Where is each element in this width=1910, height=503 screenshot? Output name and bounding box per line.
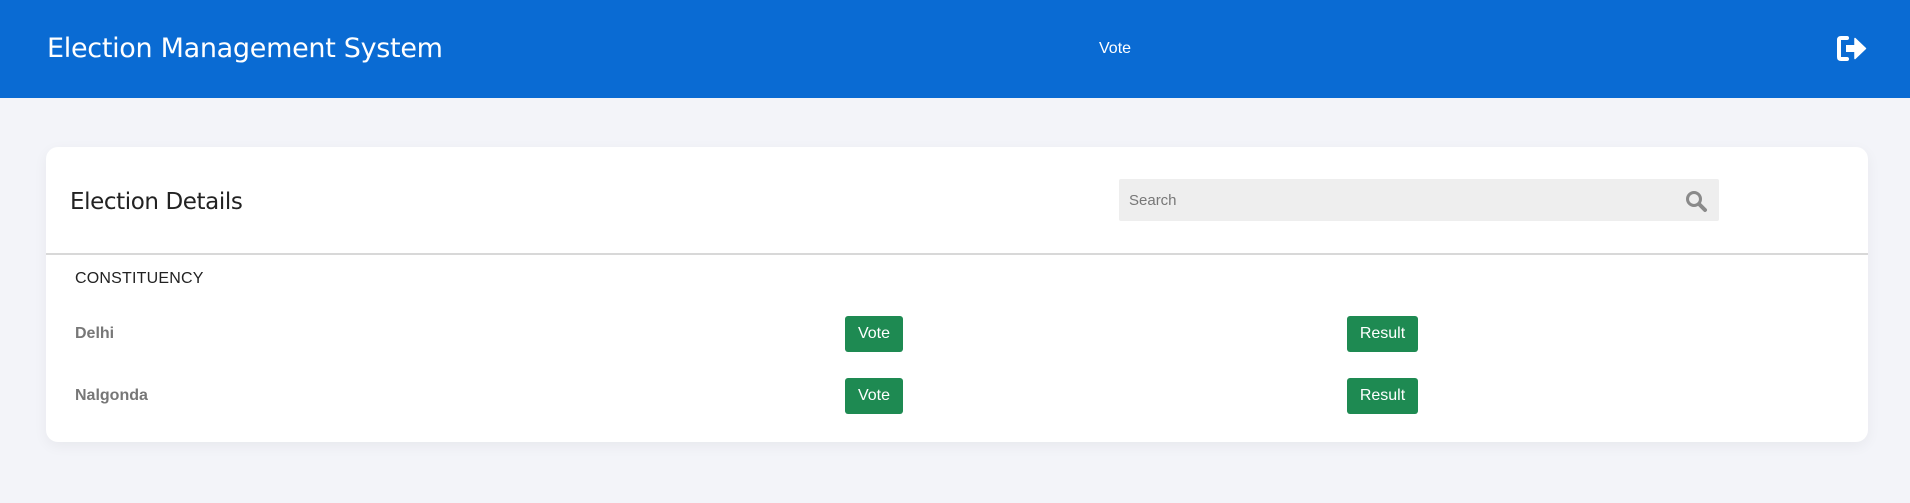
- nav-link-vote[interactable]: Vote: [1099, 39, 1131, 59]
- constituency-name: Nalgonda: [75, 387, 148, 404]
- divider: [46, 253, 1868, 255]
- sign-out-icon[interactable]: [1836, 35, 1868, 62]
- column-header-constituency: CONSTITUENCY: [75, 270, 204, 287]
- table-row: Nalgonda Vote Result: [46, 376, 1868, 416]
- vote-button[interactable]: Vote: [845, 378, 903, 414]
- election-details-card: Election Details CONSTITUENCY Delhi Vote…: [46, 147, 1868, 442]
- result-button[interactable]: Result: [1347, 378, 1418, 414]
- search-box: [1119, 179, 1719, 221]
- table-row: Delhi Vote Result: [46, 314, 1868, 354]
- search-input[interactable]: [1119, 179, 1669, 221]
- card-title: Election Details: [70, 189, 243, 215]
- top-navbar: Election Management System Vote: [0, 0, 1910, 98]
- app-title: Election Management System: [47, 33, 443, 64]
- search-icon[interactable]: [1684, 189, 1708, 213]
- vote-button[interactable]: Vote: [845, 316, 903, 352]
- constituency-name: Delhi: [75, 325, 115, 342]
- result-button[interactable]: Result: [1347, 316, 1418, 352]
